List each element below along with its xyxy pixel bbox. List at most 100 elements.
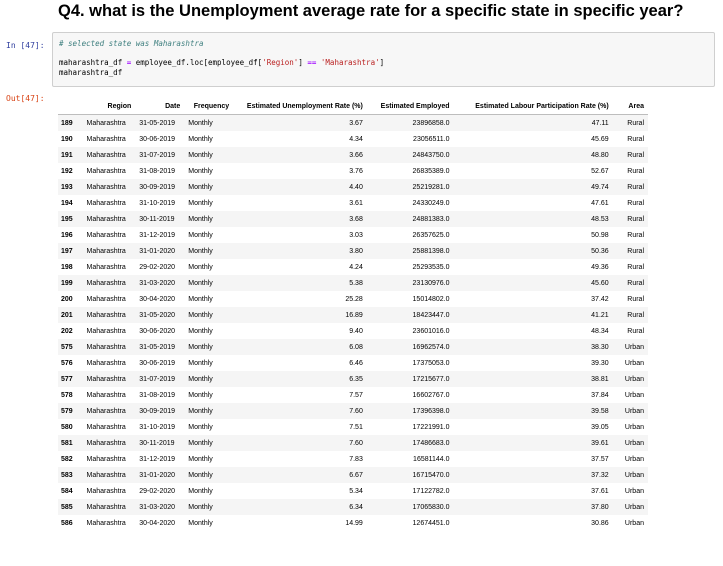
table-cell: Rural — [612, 307, 648, 323]
table-cell: Urban — [612, 467, 648, 483]
row-index: 579 — [58, 403, 83, 419]
table-row: 201 Maharashtra 31-05-2020 Monthly 16.89 1842… — [58, 307, 648, 323]
table-cell: 25881398.0 — [366, 243, 454, 259]
table-cell: 30-04-2020 — [139, 519, 176, 527]
table-cell: 25.28 — [345, 295, 363, 303]
table-cell: Urban — [612, 499, 648, 515]
table-cell: 30-04-2020 — [139, 295, 176, 303]
table-cell: 4.24 — [349, 263, 363, 271]
table-cell: Monthly — [188, 359, 213, 367]
table-cell: Monthly — [188, 423, 213, 431]
table-cell: 30-06-2019 — [139, 135, 176, 143]
row-index: 193 — [58, 179, 83, 195]
table-cell: 31-05-2020 — [135, 307, 185, 323]
table-row: 198 Maharashtra 29-02-2020 Monthly 4.24 25293… — [58, 259, 648, 275]
table-cell: Urban — [624, 487, 644, 495]
column-header — [58, 99, 83, 115]
table-cell: Urban — [612, 339, 648, 355]
table-cell: Maharashtra — [82, 371, 136, 387]
table-cell: 39.05 — [591, 423, 609, 431]
table-row: 190 Maharashtra 30-06-2019 Monthly 4.34 23056… — [58, 131, 648, 147]
table-cell: Rural — [627, 135, 644, 143]
table-cell: 23056511.0 — [413, 135, 450, 143]
table-cell: Maharashtra — [86, 167, 126, 175]
code-line-2: maharashtra_df = employee_df.loc[employe… — [59, 58, 714, 68]
table-cell: 23130976.0 — [366, 275, 454, 291]
table-cell: 23601016.0 — [412, 327, 450, 335]
table-cell: 47.61 — [591, 199, 609, 207]
table-cell: Urban — [624, 423, 644, 431]
row-index: 189 — [58, 114, 83, 131]
table-cell: Monthly — [188, 231, 213, 239]
table-cell: 5.34 — [349, 487, 363, 495]
code-cell[interactable]: # selected state was Maharashtra maharas… — [52, 32, 715, 87]
table-cell: 3.66 — [233, 147, 367, 163]
table-row: 577 Maharashtra 31-07-2019 Monthly 6.35 17215… — [58, 371, 648, 387]
table-cell: 14.99 — [345, 519, 363, 527]
table-cell: Maharashtra — [86, 519, 126, 527]
table-row: 193 Maharashtra 30-09-2019 Monthly 4.40 25219… — [58, 179, 648, 195]
table-cell: Monthly — [188, 199, 213, 207]
table-cell: 7.60 — [233, 403, 367, 419]
table-cell: 4.34 — [349, 135, 363, 143]
table-cell: 6.46 — [349, 359, 363, 367]
row-index: 199 — [58, 275, 83, 291]
row-index: 576 — [61, 359, 73, 367]
code-token: maharashtra_df — [59, 58, 127, 67]
table-row: 192 Maharashtra 31-08-2019 Monthly 3.76 26835… — [58, 163, 648, 179]
table-cell: 29-02-2020 — [139, 487, 176, 495]
table-cell: Monthly — [184, 275, 234, 291]
column-header: Date — [135, 99, 185, 115]
row-index: 586 — [61, 519, 73, 527]
table-cell: 17065830.0 — [366, 499, 454, 515]
table-cell: 48.53 — [453, 211, 613, 227]
row-index: 198 — [61, 263, 73, 271]
table-cell: Maharashtra — [82, 307, 136, 323]
table-cell: 17215677.0 — [366, 371, 454, 387]
table-row: 575 Maharashtra 31-05-2019 Monthly 6.08 16962… — [58, 339, 648, 355]
table-cell: 30.86 — [591, 519, 609, 527]
table-cell: 37.32 — [453, 467, 613, 483]
table-cell: Rural — [627, 199, 644, 207]
table-cell: 7.60 — [233, 435, 367, 451]
table-cell: Maharashtra — [86, 327, 126, 335]
row-index: 585 — [58, 499, 83, 515]
table-cell: Rural — [612, 179, 648, 195]
code-line-3: maharashtra_df — [59, 68, 123, 77]
column-header: Region — [82, 99, 136, 115]
table-cell: Maharashtra — [82, 114, 136, 131]
code-line-1: # selected state was Maharashtra — [59, 39, 714, 49]
table-row: 584 Maharashtra 29-02-2020 Monthly 5.34 17122… — [58, 483, 648, 499]
table-cell: 26835389.0 — [412, 167, 450, 175]
table-cell: Monthly — [184, 403, 234, 419]
table-cell: Urban — [624, 455, 644, 463]
table-cell: 39.61 — [453, 435, 613, 451]
table-cell: 3.67 — [233, 114, 367, 131]
table-cell: 7.57 — [349, 391, 363, 399]
table-cell: 5.38 — [233, 275, 367, 291]
table-cell: Maharashtra — [86, 263, 126, 271]
table-cell: Monthly — [184, 179, 234, 195]
table-row: 581 Maharashtra 30-11-2019 Monthly 7.60 17486… — [58, 435, 648, 451]
table-cell: Urban — [624, 391, 644, 399]
table-cell: Maharashtra — [82, 499, 136, 515]
table-cell: Maharashtra — [82, 211, 136, 227]
table-cell: 31-12-2019 — [139, 231, 176, 239]
table-cell: 3.68 — [233, 211, 367, 227]
table-cell: Maharashtra — [86, 423, 126, 431]
table-cell: 3.80 — [233, 243, 367, 259]
question-heading: Q4. what is the Unemployment average rat… — [58, 2, 684, 20]
table-row: 197 Maharashtra 31-01-2020 Monthly 3.80 25881… — [58, 243, 648, 259]
table-cell: Monthly — [188, 135, 213, 143]
row-index: 200 — [61, 295, 73, 303]
table-cell: 24843750.0 — [366, 147, 454, 163]
table-cell: 3.76 — [349, 167, 363, 175]
table-cell: 16.89 — [233, 307, 367, 323]
table-cell: 49.74 — [453, 179, 613, 195]
row-index: 194 — [61, 199, 73, 207]
table-cell: 4.40 — [233, 179, 367, 195]
table-row: 579 Maharashtra 30-09-2019 Monthly 7.60 17396… — [58, 403, 648, 419]
table-cell: 38.30 — [453, 339, 613, 355]
table-cell: 7.51 — [349, 423, 363, 431]
table-row: 189 Maharashtra 31-05-2019 Monthly 3.67 23896… — [58, 114, 648, 131]
